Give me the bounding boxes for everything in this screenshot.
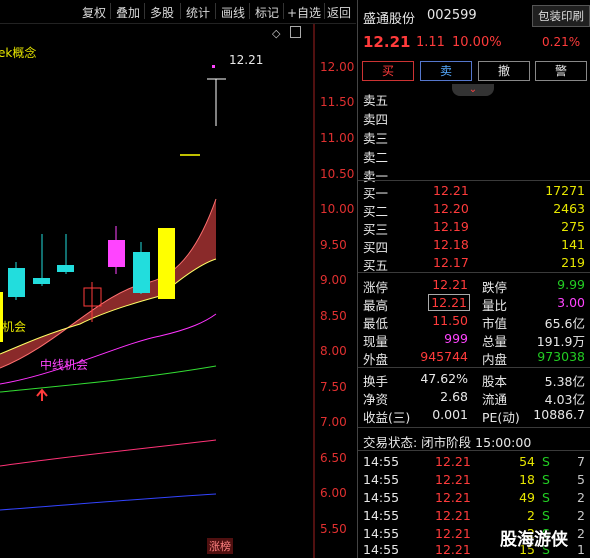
- y-tick-label: 7.00: [320, 415, 347, 429]
- stats-row: 最低 11.50 市值 65.6亿: [363, 313, 585, 331]
- stats-row: 外盘 945744 内盘 973038: [363, 349, 585, 367]
- stock-name: 盛通股份: [363, 12, 416, 27]
- tick-row: 14:55 12.21 18 S 5: [363, 472, 585, 487]
- stats-row: 净资 2.68 流通 4.03亿: [363, 389, 585, 407]
- bid-row: 买一 12.21 17271: [363, 183, 585, 201]
- ask-row: 卖五: [363, 93, 389, 108]
- toolbar-multistock-button[interactable]: 多股: [150, 4, 174, 21]
- y-tick-label: 11.50: [320, 95, 355, 109]
- trade-status: 交易状态: 闭市阶段 15:00:00: [363, 435, 532, 450]
- y-tick-label: 9.00: [320, 273, 347, 287]
- y-tick-label: 9.50: [320, 238, 347, 252]
- bid-row: 买二 12.20 2463: [363, 201, 585, 219]
- sector-change-pct: 0.21%: [542, 35, 581, 49]
- y-tick-label: 12.00: [320, 60, 355, 74]
- ask-row: 卖四: [363, 112, 389, 127]
- toolbar-mark-button[interactable]: 标记: [255, 4, 279, 21]
- window-toggle-icon[interactable]: [290, 26, 301, 38]
- price-change: 1.11: [416, 35, 445, 50]
- toolbar-fuquan-button[interactable]: 复权: [82, 4, 106, 21]
- midterm-opportunity-annotation: 中线机会: [40, 358, 89, 372]
- concept-annotation: ek概念: [0, 46, 37, 60]
- toolbar-stats-button[interactable]: 统计: [186, 4, 210, 21]
- sell-button[interactable]: 卖: [420, 61, 472, 81]
- last-price: 12.21: [363, 33, 411, 51]
- high-price-marker: 12.21: [229, 53, 264, 67]
- stock-code: 002599: [427, 8, 477, 23]
- toolbar-back-button[interactable]: 返回: [327, 4, 351, 21]
- watermark-logo: 股海游侠: [500, 530, 568, 550]
- stats-row: 换手 47.62% 股本 5.38亿: [363, 371, 585, 389]
- toolbar-draw-button[interactable]: 画线: [221, 4, 245, 21]
- tick-row: 14:55 12.21 2 S 2: [363, 508, 585, 523]
- kline-svg: [0, 24, 315, 558]
- chart-toolbar: 复权 叠加 多股 统计 画线 标记 +自选 返回: [0, 0, 356, 24]
- y-tick-label: 6.00: [320, 486, 347, 500]
- y-tick-label: 10.50: [320, 167, 355, 181]
- ask-row: 卖三: [363, 131, 389, 146]
- opportunity-annotation: 机会: [2, 320, 27, 334]
- quote-panel: 盛通股份 002599 包装印刷 12.21 1.11 10.00% 0.21%…: [357, 0, 590, 558]
- stats-row: 最高 12.21 量比 3.00: [363, 294, 585, 313]
- y-tick-label: 8.50: [320, 309, 347, 323]
- y-tick-label: 10.00: [320, 202, 355, 216]
- diamond-icon[interactable]: ◇: [272, 27, 280, 40]
- y-tick-label: 6.50: [320, 451, 347, 465]
- kline-chart[interactable]: 12.21 ek概念 机会 中线机会 涨榜 ◇ 12.00 11.50 11.0…: [0, 24, 356, 558]
- alert-button[interactable]: 警: [535, 61, 587, 81]
- sector-print-button[interactable]: 包装印刷: [532, 5, 590, 27]
- cancel-order-button[interactable]: 撤: [478, 61, 530, 81]
- limit-up-tag[interactable]: 涨榜: [207, 538, 233, 554]
- bid-row: 买四 12.18 141: [363, 237, 585, 255]
- toolbar-overlay-button[interactable]: 叠加: [116, 4, 140, 21]
- stats-row: 收益(三) 0.001 PE(动) 10886.7: [363, 407, 585, 425]
- bid-row: 买三 12.19 275: [363, 219, 585, 237]
- tick-row: 14:55 12.21 49 S 2: [363, 490, 585, 505]
- stats-row: 涨停 12.21 跌停 9.99: [363, 277, 585, 295]
- y-tick-label: 11.00: [320, 131, 355, 145]
- y-tick-label: 8.00: [320, 344, 347, 358]
- toolbar-add-watchlist-button[interactable]: +自选: [287, 4, 321, 21]
- tick-row: 14:55 12.21 54 S 7: [363, 454, 585, 469]
- price-change-pct: 10.00%: [452, 35, 502, 50]
- buy-button[interactable]: 买: [362, 61, 414, 81]
- y-tick-label: 5.50: [320, 522, 347, 536]
- stats-row: 现量 999 总量 191.9万: [363, 331, 585, 349]
- ask-row: 卖二: [363, 150, 389, 165]
- y-tick-label: 7.50: [320, 380, 347, 394]
- bid-row: 买五 12.17 219: [363, 255, 585, 273]
